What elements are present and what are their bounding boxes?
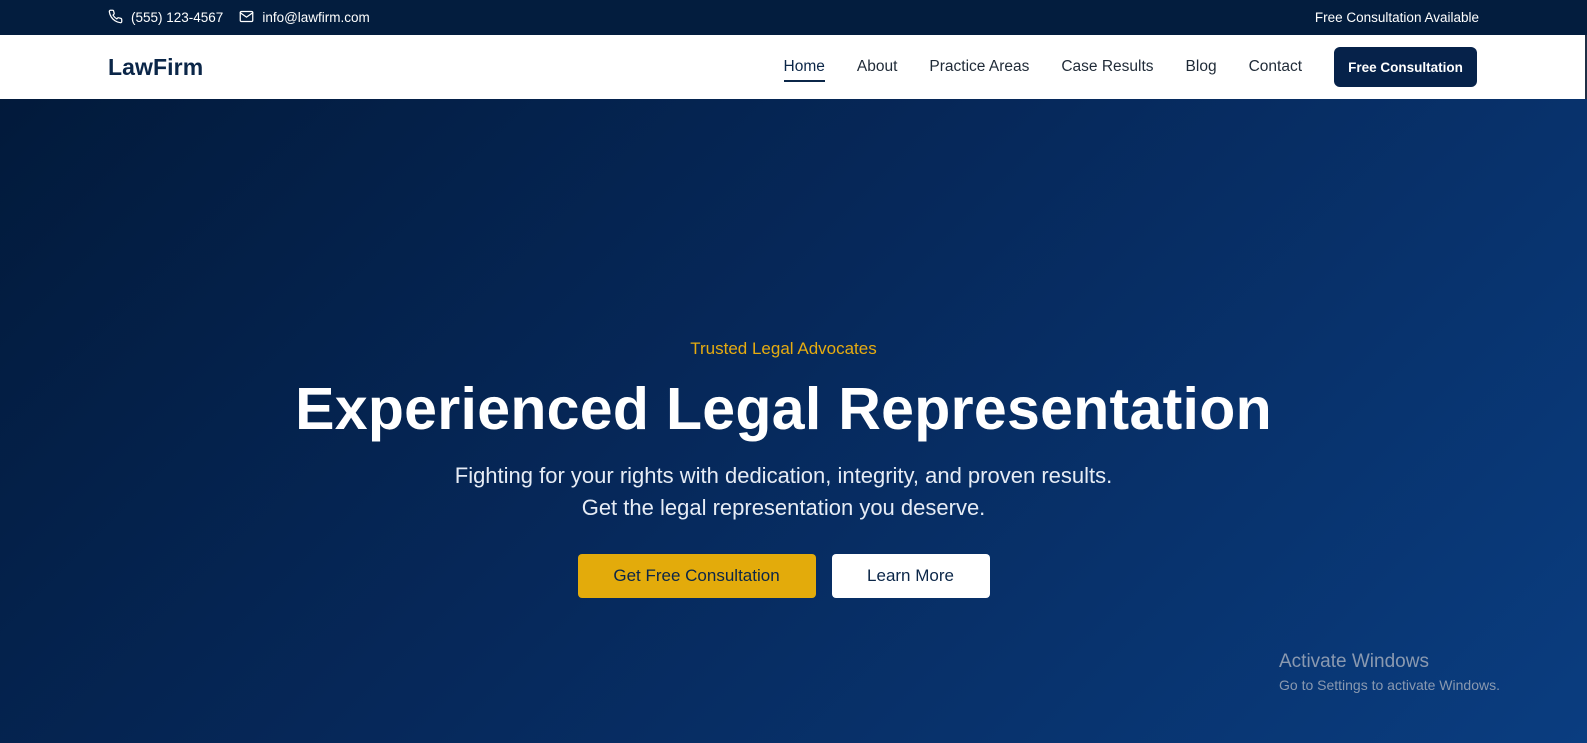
- phone-link[interactable]: (555) 123-4567: [108, 9, 223, 27]
- page: (555) 123-4567 info@lawfirm.com Free Con…: [0, 0, 1587, 743]
- nav-contact[interactable]: Contact: [1249, 52, 1302, 82]
- nav-home[interactable]: Home: [783, 52, 826, 82]
- free-consultation-button[interactable]: Free Consultation: [1334, 47, 1477, 87]
- get-free-consultation-button[interactable]: Get Free Consultation: [577, 553, 816, 598]
- free-consultation-notice: Free Consultation Available: [1314, 10, 1479, 25]
- hero-eyebrow: Trusted Legal Advocates: [690, 339, 877, 358]
- hero-title: Experienced Legal Representation: [295, 376, 1272, 442]
- watermark-subtitle: Go to Settings to activate Windows.: [1279, 677, 1500, 693]
- hero-actions: Get Free Consultation Learn More: [0, 553, 1567, 598]
- nav-case-results[interactable]: Case Results: [1061, 52, 1153, 82]
- phone-number: (555) 123-4567: [131, 10, 224, 25]
- hero-content: Trusted Legal Advocates Experienced Lega…: [0, 339, 1567, 598]
- main-nav: Home About Practice Areas Case Results B…: [752, 47, 1477, 87]
- hero-subtitle-line-2: Get the legal representation you deserve…: [581, 494, 986, 520]
- nav-blog[interactable]: Blog: [1186, 52, 1217, 82]
- main-header: LawFirm Home About Practice Areas Case R…: [0, 35, 1587, 99]
- mail-icon: [239, 9, 254, 27]
- watermark-title: Activate Windows: [1279, 651, 1429, 672]
- nav-about[interactable]: About: [857, 52, 898, 82]
- logo[interactable]: LawFirm: [108, 54, 203, 81]
- nav-practice-areas[interactable]: Practice Areas: [929, 52, 1029, 82]
- hero-subtitle-line-1: Fighting for your rights with dedication…: [454, 462, 1113, 488]
- activate-windows-watermark: Activate Windows Go to Settings to activ…: [1279, 651, 1500, 693]
- email-address: info@lawfirm.com: [262, 10, 370, 25]
- learn-more-button[interactable]: Learn More: [831, 553, 990, 598]
- contact-info: (555) 123-4567 info@lawfirm.com: [108, 9, 370, 27]
- hero-subtitle: Fighting for your rights with dedication…: [0, 460, 1567, 524]
- hero-section: Trusted Legal Advocates Experienced Lega…: [0, 99, 1587, 743]
- email-link[interactable]: info@lawfirm.com: [239, 9, 370, 27]
- top-utility-bar: (555) 123-4567 info@lawfirm.com Free Con…: [0, 0, 1587, 35]
- phone-icon: [108, 9, 123, 27]
